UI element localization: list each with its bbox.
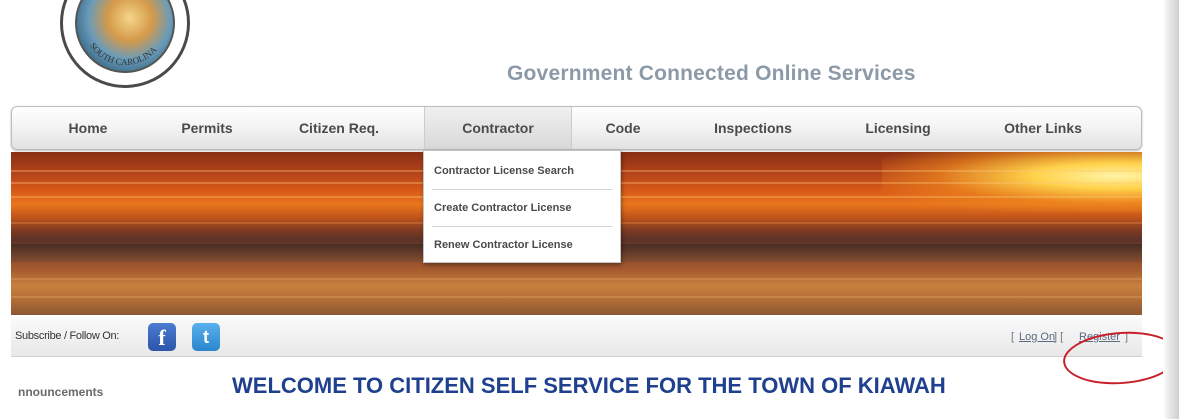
nav-code[interactable]: Code [578, 107, 668, 149]
contractor-dropdown-menu: Contractor License Search Create Contrac… [423, 150, 621, 263]
log-on-link[interactable]: Log On [1019, 331, 1055, 343]
menu-renew-contractor-license[interactable]: Renew Contractor License [424, 227, 620, 264]
subscribe-label: Subscribe / Follow On: [15, 330, 120, 342]
page-edge-shadow [1163, 0, 1179, 419]
menu-create-contractor-license[interactable]: Create Contractor License [424, 190, 620, 227]
nav-permits[interactable]: Permits [152, 107, 262, 149]
welcome-heading: WELCOME TO CITIZEN SELF SERVICE FOR THE … [232, 373, 946, 398]
twitter-icon[interactable]: t [192, 323, 220, 351]
site-title: Government Connected Online Services [507, 62, 916, 85]
seal-ring-text: SOUTH CAROLINA [88, 41, 159, 67]
nav-contractor[interactable]: Contractor [424, 107, 572, 149]
auth-bracket-mid: ] [ [1054, 331, 1064, 343]
announcements-heading: nnouncements [18, 385, 104, 399]
facebook-icon[interactable]: f [148, 323, 176, 351]
social-bar: Subscribe / Follow On: f t [ Log On ] [ … [11, 317, 1142, 357]
nav-citizen-req[interactable]: Citizen Req. [274, 107, 404, 149]
svg-text:SOUTH CAROLINA: SOUTH CAROLINA [88, 41, 159, 67]
nav-home[interactable]: Home [42, 107, 134, 149]
nav-other-links[interactable]: Other Links [978, 107, 1108, 149]
town-seal-logo: SOUTH CAROLINA [60, 0, 190, 88]
menu-contractor-license-search[interactable]: Contractor License Search [424, 153, 620, 190]
nav-licensing[interactable]: Licensing [838, 107, 958, 149]
nav-inspections[interactable]: Inspections [688, 107, 818, 149]
main-nav: Home Permits Citizen Req. Contractor Cod… [11, 106, 1142, 150]
auth-bracket-open: [ [1011, 331, 1015, 343]
